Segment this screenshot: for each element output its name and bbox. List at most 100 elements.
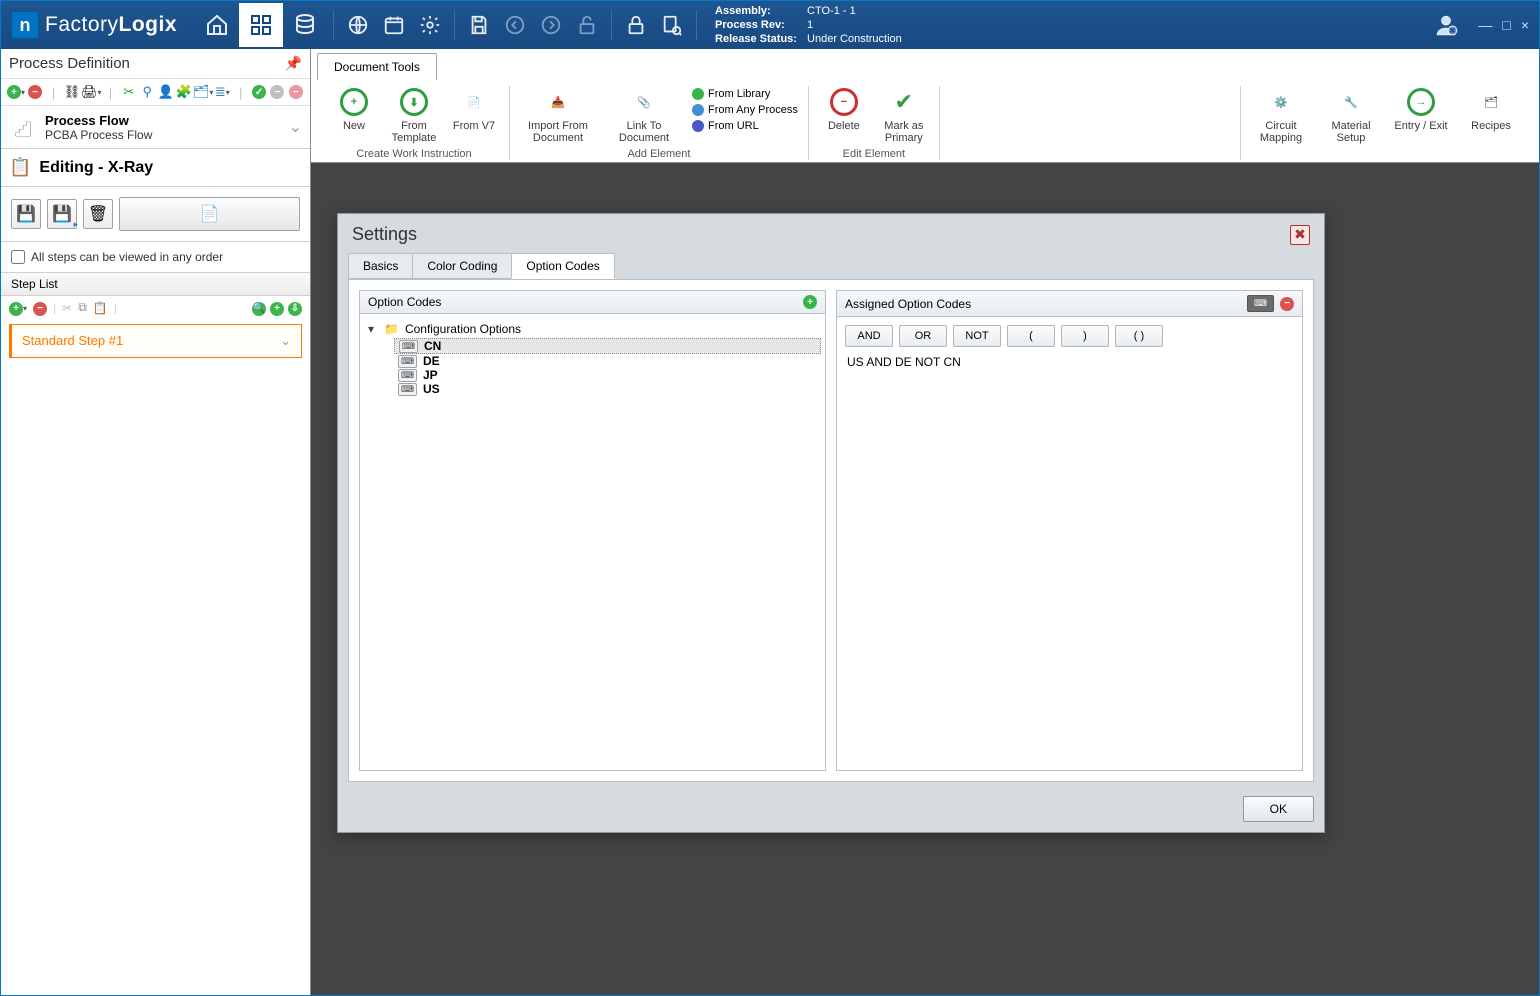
- globe-button[interactable]: [340, 3, 376, 47]
- close-button[interactable]: ×: [1521, 17, 1529, 33]
- tool1-icon[interactable]: ⚲: [139, 83, 155, 101]
- db-button[interactable]: [283, 3, 327, 47]
- assigned-option-codes-panel: Assigned Option Codes ⌨ − AND OR NOT ( ): [836, 290, 1303, 771]
- editing-toolbar: 💾 💾▸ 🗑 📄: [1, 187, 310, 242]
- ok-circle-icon[interactable]: ✓: [251, 83, 267, 101]
- stack-icon[interactable]: ≣▾: [214, 83, 230, 101]
- step-misc-icon[interactable]: ⇩: [288, 300, 302, 316]
- caret-icon[interactable]: ▾: [368, 322, 378, 336]
- canvas: Settings ✖ Basics Color Coding Option Co…: [311, 163, 1539, 995]
- op-or[interactable]: OR: [899, 325, 947, 347]
- link-to-doc-button[interactable]: 📎Link To Document: [606, 86, 682, 144]
- save-as-button[interactable]: 💾▸: [47, 199, 77, 229]
- pin-icon[interactable]: 📌: [285, 55, 302, 72]
- anyorder-row: All steps can be viewed in any order: [1, 242, 310, 272]
- tab-document-tools[interactable]: Document Tools: [317, 53, 437, 80]
- recipes-button[interactable]: 🗂Recipes: [1461, 86, 1521, 132]
- tab-option-codes[interactable]: Option Codes: [511, 253, 614, 279]
- grey-circle-icon[interactable]: −: [269, 83, 285, 101]
- option-de[interactable]: ⌨DE: [364, 354, 821, 368]
- brand-glyph-icon: n: [11, 11, 39, 39]
- home-button[interactable]: [195, 3, 239, 47]
- forward-button[interactable]: [533, 3, 569, 47]
- definition-toolbar: +▾ − | ⛓ 🖨▾ | ✂ ⚲ 👤 🧩 🗂▾ ≣▾ | ✓ − −: [1, 79, 310, 106]
- tool2-icon[interactable]: 🧩: [176, 83, 192, 101]
- option-jp[interactable]: ⌨JP: [364, 368, 821, 382]
- calendar-button[interactable]: [376, 3, 412, 47]
- step-remove-icon[interactable]: −: [33, 300, 47, 316]
- tab-color-coding[interactable]: Color Coding: [412, 253, 512, 279]
- from-url-link[interactable]: From URL: [692, 120, 759, 132]
- from-library-link[interactable]: From Library: [692, 88, 770, 100]
- back-button[interactable]: [497, 3, 533, 47]
- left-pane: Process Definition 📌 +▾ − | ⛓ 🖨▾ | ✂ ⚲ 👤…: [1, 49, 311, 995]
- tab-basics[interactable]: Basics: [348, 253, 413, 279]
- user-icon[interactable]: [1424, 3, 1468, 47]
- step-paste-icon[interactable]: 📋: [93, 301, 108, 315]
- step-find-icon[interactable]: 🔍: [252, 300, 266, 316]
- gear-button[interactable]: [412, 3, 448, 47]
- operator-row: AND OR NOT ( ) ( ): [837, 317, 1302, 355]
- mark-primary-button[interactable]: ✔Mark as Primary: [879, 86, 929, 144]
- assembly-meta: Assembly:CTO-1 - 1 Process Rev:1 Release…: [715, 4, 902, 46]
- editing-header: 📋 Editing - X-Ray: [1, 148, 310, 187]
- step-check-icon[interactable]: +: [270, 300, 284, 316]
- remove-assigned-icon[interactable]: −: [1280, 297, 1294, 311]
- maximize-button[interactable]: □: [1502, 17, 1510, 33]
- discard-button[interactable]: 🗑: [83, 199, 113, 229]
- print-icon[interactable]: 🖨▾: [82, 83, 100, 101]
- ok-button[interactable]: OK: [1243, 796, 1314, 822]
- op-lparen[interactable]: (: [1007, 325, 1055, 347]
- brand: FactoryLogix: [45, 13, 177, 37]
- chevron-down-icon[interactable]: ⌄: [280, 333, 291, 349]
- minimize-button[interactable]: —: [1478, 17, 1492, 33]
- delete-button[interactable]: −Delete: [819, 86, 869, 132]
- tree-root[interactable]: ▾ 📁 Configuration Options: [364, 320, 821, 338]
- layers-icon[interactable]: 🗂▾: [194, 83, 212, 101]
- unlock-button[interactable]: [569, 3, 605, 47]
- op-not[interactable]: NOT: [953, 325, 1001, 347]
- option-us[interactable]: ⌨US: [364, 382, 821, 396]
- anyorder-label: All steps can be viewed in any order: [31, 250, 223, 264]
- keyboard-icon: ⌨: [398, 369, 417, 382]
- from-template-button[interactable]: ⬇From Template: [389, 86, 439, 144]
- cut-icon[interactable]: ✂: [121, 83, 137, 101]
- user-small-icon[interactable]: 👤: [157, 83, 173, 101]
- material-setup-button[interactable]: 🔧Material Setup: [1321, 86, 1381, 144]
- dialog-close-button[interactable]: ✖: [1290, 225, 1310, 245]
- op-rparen[interactable]: ): [1061, 325, 1109, 347]
- sep-icon: |: [45, 83, 61, 101]
- circuit-mapping-button[interactable]: ⚙️Circuit Mapping: [1251, 86, 1311, 144]
- audit-button[interactable]: [654, 3, 690, 47]
- ribbon-group-edit-caption: Edit Element: [819, 144, 929, 160]
- entry-exit-button[interactable]: →Entry / Exit: [1391, 86, 1451, 132]
- process-definition-header: Process Definition 📌: [1, 49, 310, 79]
- new-button[interactable]: +New: [329, 86, 379, 132]
- process-flow-row[interactable]: 𓊍 Process Flow PCBA Process Flow ⌄: [1, 106, 310, 148]
- op-parens[interactable]: ( ): [1115, 325, 1163, 347]
- add-icon[interactable]: +▾: [7, 83, 25, 101]
- option-codes-panel: Option Codes + ▾ 📁 Configuration Options…: [359, 290, 826, 771]
- save-button[interactable]: [461, 3, 497, 47]
- from-any-process-link[interactable]: From Any Process: [692, 104, 798, 116]
- save-doc-button[interactable]: 💾: [11, 199, 41, 229]
- op-and[interactable]: AND: [845, 325, 893, 347]
- exit-editing-button[interactable]: 📄: [119, 197, 300, 231]
- step-standard-1[interactable]: Standard Step #1 ⌄: [9, 324, 302, 358]
- remove-icon[interactable]: −: [27, 83, 43, 101]
- step-copy-icon[interactable]: ⧉: [78, 300, 87, 315]
- lock-button[interactable]: [618, 3, 654, 47]
- step-add-icon[interactable]: +▾: [9, 300, 27, 316]
- flow-icon[interactable]: ⛓: [64, 83, 81, 101]
- grid-button[interactable]: [239, 3, 283, 47]
- keyboard-button[interactable]: ⌨: [1247, 295, 1274, 312]
- import-from-doc-button[interactable]: 📥Import From Document: [520, 86, 596, 144]
- from-v7-button[interactable]: 📄From V7: [449, 86, 499, 132]
- anyorder-checkbox[interactable]: [11, 250, 25, 264]
- expand-process-flow-icon[interactable]: ⌄: [289, 117, 302, 137]
- option-cn[interactable]: ⌨CN: [394, 338, 821, 354]
- add-option-code-icon[interactable]: +: [803, 295, 817, 309]
- option-codes-tree: ▾ 📁 Configuration Options ⌨CN ⌨DE ⌨JP ⌨U…: [360, 314, 825, 402]
- step-cut-icon[interactable]: ✂: [62, 301, 72, 315]
- red-circle-icon[interactable]: −: [288, 83, 304, 101]
